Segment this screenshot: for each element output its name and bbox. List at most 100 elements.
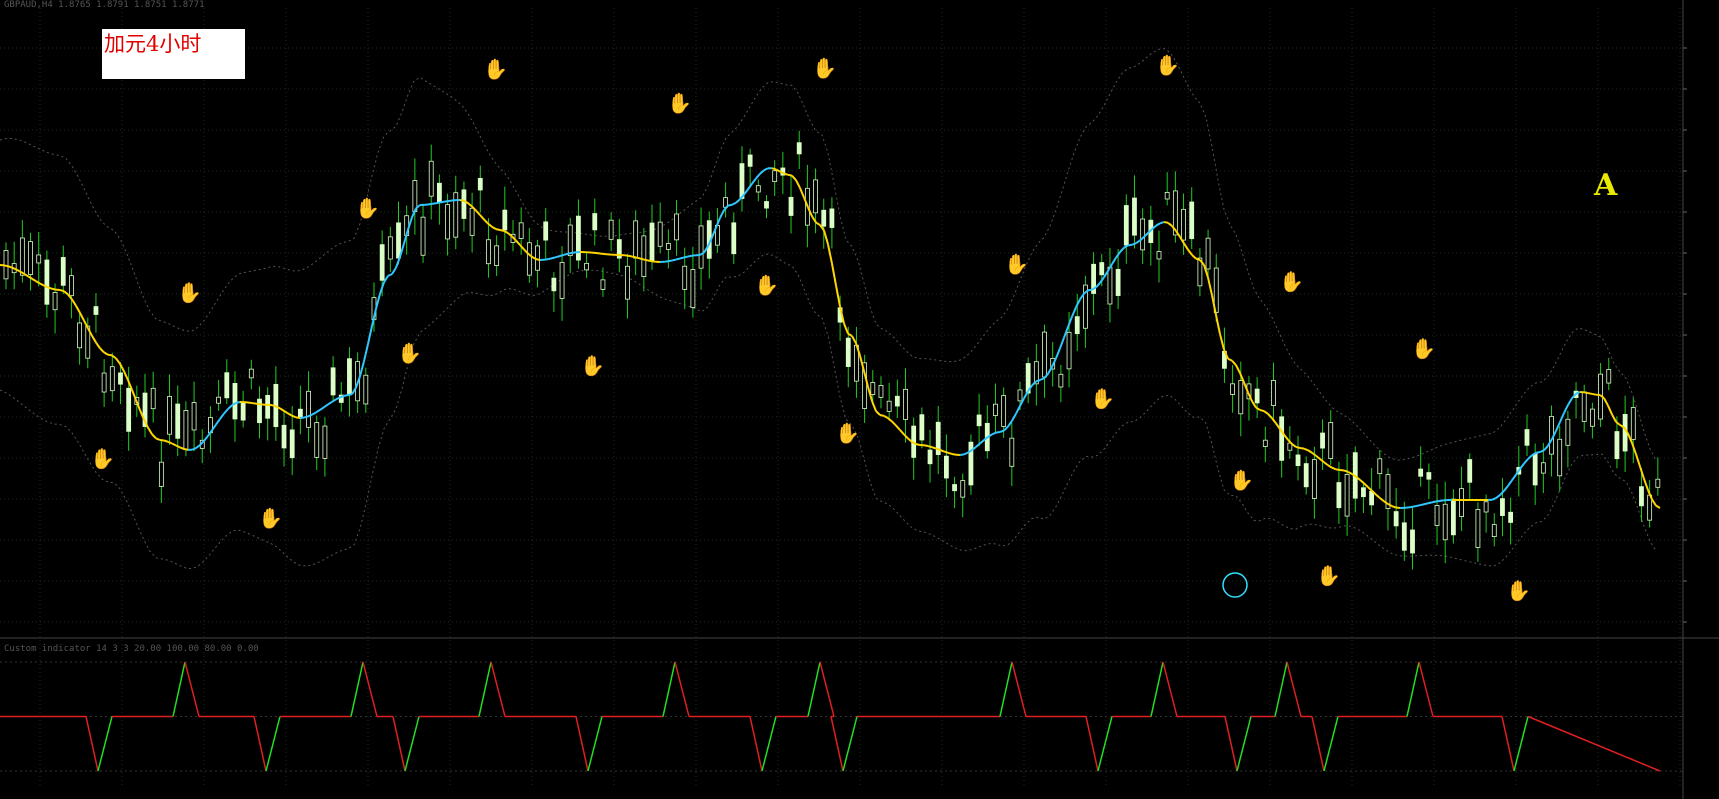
candle-body — [559, 261, 565, 299]
ma-segment — [1543, 445, 1549, 451]
ma-segment — [1415, 504, 1421, 508]
candle-body — [698, 225, 704, 269]
candle-body — [1630, 407, 1636, 440]
ma-segment — [887, 417, 893, 423]
ma-segment — [1227, 357, 1233, 362]
candle-body — [420, 216, 426, 256]
candle-body — [1271, 380, 1276, 406]
candle-body — [1393, 511, 1399, 527]
osc-segment — [842, 716, 858, 772]
chart-header-text: GBPAUD,H4 1.8765 1.8791 1.8751 1.8771 — [4, 0, 205, 10]
ma-segment — [79, 312, 85, 322]
ma-segment — [1535, 451, 1541, 454]
ma-segment — [1375, 493, 1381, 499]
ma-segment — [31, 277, 37, 283]
ma-segment — [799, 187, 805, 198]
ma-segment — [247, 401, 253, 405]
osc-segment — [749, 716, 763, 772]
candle-body — [1450, 498, 1456, 536]
ma-segment — [1379, 497, 1385, 503]
candle-body — [543, 221, 549, 241]
ma-segment — [1643, 478, 1649, 491]
candle-body — [1410, 529, 1415, 554]
ma-segment — [347, 393, 353, 397]
ma-segment — [475, 209, 481, 216]
ma-segment — [975, 442, 981, 448]
candle-body — [535, 245, 540, 271]
ma-segment — [547, 257, 553, 261]
candle-body — [1107, 266, 1113, 305]
ma-segment — [215, 418, 221, 426]
sell-hand-icon: ✋ — [355, 196, 380, 220]
ma-segment — [1611, 413, 1617, 423]
candle-body — [739, 163, 745, 199]
ma-segment — [683, 255, 689, 259]
ma-segment — [1607, 405, 1613, 415]
ma-segment — [959, 453, 965, 456]
candle-body — [731, 222, 737, 255]
candle-body — [641, 235, 647, 277]
ma-segment — [287, 412, 293, 417]
candle-body — [518, 222, 524, 239]
ma-segment — [1155, 222, 1161, 227]
ma-segment — [427, 202, 433, 206]
ma-segment — [991, 431, 997, 436]
candle-body — [1369, 490, 1375, 506]
candle-body — [1115, 268, 1121, 296]
ma-segment — [363, 343, 369, 362]
candle-body — [1205, 237, 1211, 270]
ma-segment — [495, 228, 501, 231]
ma-segment — [743, 188, 749, 196]
ma-segment — [1111, 257, 1117, 265]
ma-segment — [1195, 257, 1201, 261]
ma-segment — [223, 408, 229, 415]
candle-body — [69, 275, 74, 297]
candle-body — [993, 403, 998, 416]
candle-body — [1074, 316, 1080, 335]
ma-segment — [1491, 497, 1497, 501]
ma-segment — [783, 172, 789, 176]
candle-body — [44, 259, 50, 305]
osc-segment — [1323, 716, 1339, 772]
candle-body — [428, 160, 434, 197]
ma-segment — [203, 435, 209, 442]
sell-hand-icon: ✋ — [177, 280, 202, 304]
ma-segment — [1363, 482, 1369, 488]
candle-body — [1491, 524, 1497, 538]
candle-body — [755, 185, 761, 193]
osc-segment — [1418, 661, 1434, 717]
ma-segment — [1315, 454, 1321, 460]
ma-segment — [635, 256, 641, 260]
ma-segment — [115, 357, 121, 365]
candle-body — [878, 384, 884, 398]
ma-segment — [219, 412, 225, 420]
osc-segment — [172, 661, 186, 717]
ma-segment — [1131, 242, 1137, 246]
ma-segment — [271, 404, 277, 408]
osc-segment — [265, 716, 281, 772]
ma-segment — [643, 258, 649, 262]
ma-segment — [1419, 503, 1425, 507]
ma-segment — [835, 285, 841, 307]
ma-segment — [995, 431, 1001, 434]
candle-body — [183, 410, 189, 451]
ma-segment — [571, 251, 577, 254]
candle-body — [821, 209, 827, 227]
ma-segment — [1323, 461, 1329, 467]
bollinger-bands — [0, 48, 1657, 570]
osc-segment — [819, 661, 835, 717]
ma-segment — [7, 265, 13, 269]
ma-segment — [663, 260, 669, 263]
ma-segment — [479, 214, 485, 221]
ma-segment — [447, 199, 453, 203]
ma-segment — [1331, 466, 1337, 471]
ma-segment — [155, 437, 161, 441]
candle-body — [1442, 503, 1448, 541]
ma-segment — [315, 409, 321, 414]
ma-segment — [691, 254, 697, 257]
candle-body — [486, 239, 491, 265]
ma-segment — [131, 389, 137, 401]
candle-body — [1123, 205, 1129, 246]
sell-hand-icon: ✋ — [1004, 252, 1029, 276]
ma-segment — [1119, 247, 1125, 253]
